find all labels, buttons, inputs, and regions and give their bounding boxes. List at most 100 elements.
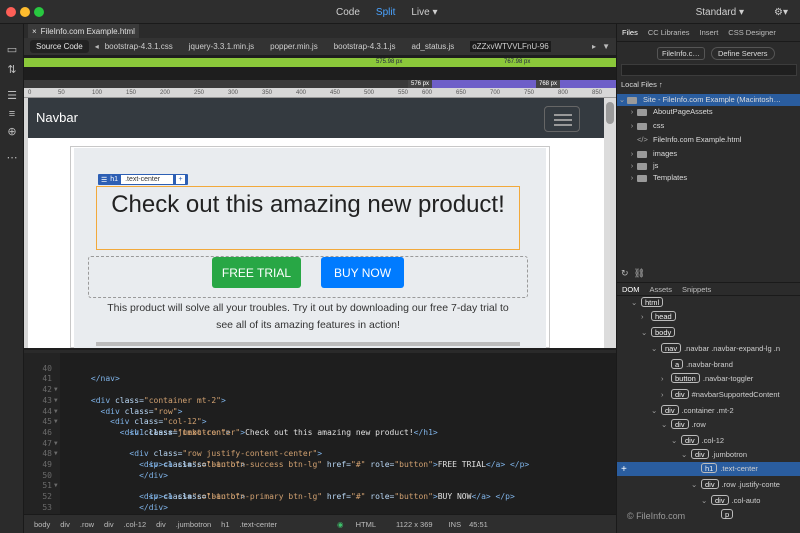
breadcrumb-item[interactable]: .col-12 <box>124 520 147 529</box>
chevron-right-icon[interactable]: › <box>627 172 637 184</box>
dom-node[interactable]: › button .navbar-toggler <box>661 372 753 386</box>
chevron-right-icon[interactable]: › <box>627 148 637 160</box>
mq-segment[interactable] <box>432 80 616 88</box>
chevron-right-icon[interactable]: › <box>627 106 637 118</box>
add-class-button[interactable]: + <box>176 175 186 184</box>
element-class-field[interactable]: .text-center <box>121 175 174 184</box>
element-hud[interactable]: ☰ h1 .text-center + <box>98 174 189 185</box>
code-line[interactable]: 41 ▼ <div class="container mt-2"> <box>24 364 616 404</box>
navbar-brand[interactable]: Navbar <box>36 110 78 125</box>
workspace-switcher[interactable]: Standard ▾ <box>696 7 744 18</box>
chevron-down-icon[interactable]: ⌄ <box>651 404 661 418</box>
language-select[interactable]: HTML <box>356 520 376 529</box>
chevron-down-icon[interactable]: ⌄ <box>671 434 681 448</box>
related-file[interactable]: oZZxvWTVVLFnU-96 <box>470 41 551 52</box>
code-line[interactable]: 47 ▼ <div class="col-auto"> <box>24 428 616 469</box>
dom-node[interactable]: a .navbar-brand <box>661 358 733 372</box>
code-line[interactable]: 49 </div> <box>24 449 616 480</box>
document-tab[interactable]: × FileInfo.com Example.html <box>28 24 139 38</box>
tab-snippets[interactable]: Snippets <box>677 285 716 294</box>
zoom-window-button[interactable] <box>34 7 44 17</box>
navbar-toggler-button[interactable] <box>544 106 580 132</box>
tree-item[interactable]: › Templates <box>627 172 687 184</box>
site-select[interactable]: FileInfo.c… <box>657 46 705 60</box>
files-search-input[interactable] <box>621 64 797 76</box>
lead-paragraph[interactable]: This product will solve all your trouble… <box>98 300 518 334</box>
local-files-header[interactable]: Local Files ↑ <box>621 80 663 89</box>
breadcrumb-item[interactable]: div <box>60 520 70 529</box>
close-window-button[interactable] <box>6 7 16 17</box>
dom-node[interactable]: ⌄ div .jumbotron <box>681 448 747 462</box>
breadcrumb-item[interactable]: .jumbotron <box>176 520 211 529</box>
chevron-down-icon[interactable]: ⌄ <box>661 418 671 432</box>
breadcrumb-item[interactable]: .text-center <box>240 520 278 529</box>
source-code-button[interactable]: Source Code <box>30 40 89 53</box>
chevron-down-icon[interactable]: ⌄ <box>641 326 651 340</box>
code-line[interactable]: 45 <h1 class="text-center">Check out thi… <box>24 407 616 437</box>
breadcrumb-item[interactable]: h1 <box>221 520 229 529</box>
code-line[interactable]: 51 <p><a class="btn btn-primary btn-lg" … <box>24 471 616 501</box>
dom-node[interactable]: ⌄ nav .navbar .navbar-expand-lg .n <box>651 342 780 356</box>
tab-dom[interactable]: DOM <box>617 285 645 294</box>
tree-site-root[interactable]: ⌄ Site - FileInfo.com Example (Macintosh… <box>617 94 800 106</box>
dom-node[interactable]: ⌄ body <box>641 326 678 340</box>
related-file[interactable]: bootstrap-4.3.1.css <box>105 42 173 51</box>
breadcrumb-item[interactable]: div <box>156 520 166 529</box>
chevron-down-icon[interactable]: ⌄ <box>631 296 641 310</box>
tab-css-designer[interactable]: CSS Designer <box>723 28 781 37</box>
related-file[interactable]: popper.min.js <box>270 42 318 51</box>
target-icon[interactable]: ⊕ <box>6 126 18 138</box>
hamburger-icon[interactable]: ☰ <box>101 176 107 184</box>
breadcrumb-item[interactable]: body <box>34 520 50 529</box>
live-view-scrollbar[interactable] <box>604 98 616 348</box>
chevron-right-icon[interactable]: › <box>627 120 637 132</box>
scrollbar-thumb[interactable] <box>606 102 614 124</box>
dom-node[interactable]: ⌄ div .container .mt-2 <box>651 404 734 418</box>
media-query-bar-max[interactable]: 575.98 px 767.98 px <box>24 58 616 67</box>
code-view-button[interactable]: Code <box>336 7 360 18</box>
tree-item[interactable]: › AboutPageAssets <box>627 106 713 118</box>
code-line[interactable]: 42 ▼ <div class="row"> <box>24 374 616 415</box>
headline[interactable]: Check out this amazing new product! <box>96 188 520 221</box>
code-line[interactable]: 53 </div> <box>24 492 616 523</box>
dom-node[interactable]: ⌄ div .row .justify-conte <box>691 478 780 492</box>
chevron-down-icon[interactable]: ⌄ <box>651 342 661 356</box>
related-file[interactable]: jquery-3.3.1.min.js <box>189 42 254 51</box>
related-file[interactable]: ad_status.js <box>412 42 455 51</box>
tree-item[interactable]: › css <box>627 120 665 132</box>
file-management-icon[interactable]: ⇅ <box>6 64 18 76</box>
code-line[interactable]: 44 ▼ <div class="jumbotron"> <box>24 396 616 437</box>
dom-node[interactable]: ⌄ div .col-12 <box>671 434 724 448</box>
chevron-left-icon[interactable]: ◂ <box>95 42 99 51</box>
code-line[interactable]: 43 ▼ <div class="col-12"> <box>24 385 616 426</box>
free-trial-button[interactable]: FREE TRIAL <box>212 257 301 288</box>
media-query-bar-min[interactable]: 576 px 768 px <box>24 80 616 88</box>
chevron-down-icon[interactable]: ⌄ <box>701 494 711 508</box>
chevron-right-icon[interactable]: › <box>641 310 651 324</box>
more-icon[interactable]: ⋯ <box>6 152 18 164</box>
tree-item[interactable]: </> FileInfo.com Example.html <box>627 134 741 146</box>
code-line[interactable]: 40 </nav> <box>24 353 616 384</box>
code-line[interactable]: 48 <p><a class="btn btn-success btn-lg" … <box>24 439 616 469</box>
chevron-down-icon[interactable]: ⌄ <box>691 478 701 492</box>
minimize-window-button[interactable] <box>20 7 30 17</box>
tab-insert[interactable]: Insert <box>695 28 724 37</box>
chevron-down-icon[interactable]: ⌄ <box>617 94 627 106</box>
code-view[interactable]: 40 </nav> 41 ▼ <div class="container mt-… <box>24 350 616 533</box>
mq-mark[interactable]: 575.98 px <box>376 58 402 67</box>
dom-node[interactable]: › div #navbarSupportedContent <box>661 388 780 402</box>
buy-now-button[interactable]: BUY NOW <box>321 257 404 288</box>
code-line[interactable]: 52 </div> <box>24 481 616 512</box>
tab-cc-libraries[interactable]: CC Libraries <box>643 28 695 37</box>
tab-assets[interactable]: Assets <box>645 285 678 294</box>
refresh-icon[interactable]: ↻ <box>621 268 629 278</box>
link-icon[interactable]: ⛓ <box>634 268 645 278</box>
dom-node[interactable]: ⌄ div .col-auto <box>701 494 760 508</box>
open-documents-icon[interactable]: ▭ <box>6 44 18 56</box>
chevron-right-icon[interactable]: › <box>661 388 671 402</box>
dom-node[interactable]: p <box>711 508 736 522</box>
mq-mark[interactable]: 767.98 px <box>504 58 530 67</box>
tree-item[interactable]: › images <box>627 148 677 160</box>
live-view[interactable]: Navbar ☰ h1 .text-center + Check out thi… <box>28 98 604 348</box>
dom-node-selected[interactable]: h1 .text-center <box>691 462 758 476</box>
